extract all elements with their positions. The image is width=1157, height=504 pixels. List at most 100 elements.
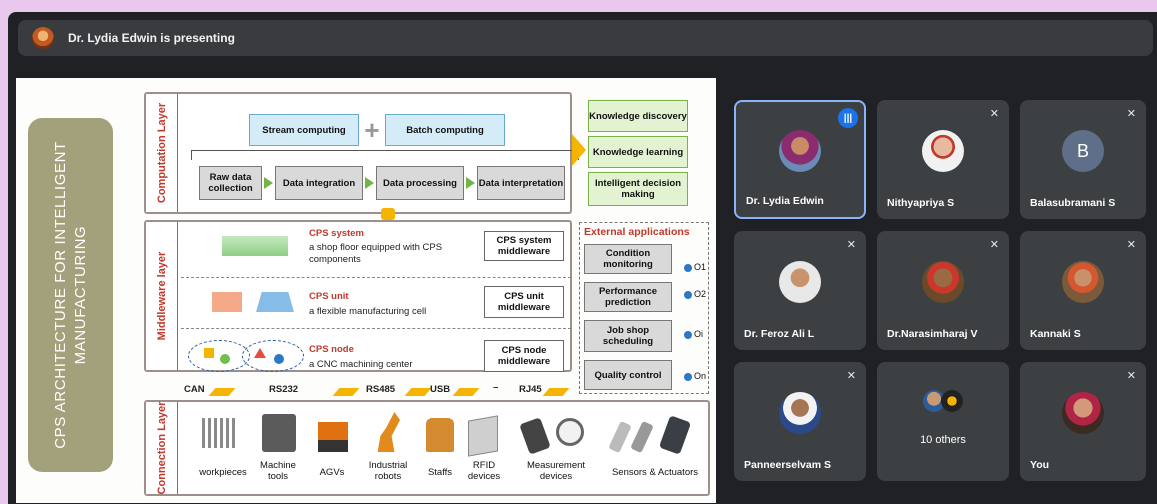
cps-system-title: CPS system: [309, 228, 364, 239]
speaking-indicator-icon: |||: [838, 108, 858, 128]
cps-unit-title: CPS unit: [309, 291, 349, 302]
cps-node-middleware-box: CPS node middleware: [484, 340, 564, 372]
participant-tile[interactable]: ✕ Nithyapriya S: [877, 100, 1009, 219]
plus-sign: +: [364, 114, 380, 145]
staffs-icon: [426, 418, 454, 452]
step-raw-data-collection: Raw data collection: [199, 166, 262, 200]
workpieces-label: workpieces: [199, 467, 247, 478]
participant-tile[interactable]: ✕ Dr. Feroz Ali L: [734, 231, 866, 350]
shop-floor-shape: [222, 236, 288, 256]
rfid-label: RFID devices: [467, 460, 501, 482]
protocol-can: CAN: [184, 384, 205, 395]
measurement-label: Measurement devices: [526, 460, 586, 482]
external-apps-title: External applications: [584, 226, 690, 238]
quality-control-box: Quality control: [584, 360, 672, 390]
mic-off-icon: ✕: [846, 239, 856, 251]
output-label: O1: [694, 262, 707, 272]
bolt-icon: [208, 388, 236, 396]
computation-layer-label: Computation Layer: [146, 94, 178, 212]
self-tile[interactable]: ✕ You: [1020, 362, 1146, 481]
output-dot: [684, 373, 692, 381]
output-label: Oi: [694, 329, 703, 339]
separator-line: [181, 328, 571, 329]
participant-tile[interactable]: ✕ Panneerselvam S: [734, 362, 866, 481]
gauge-icon: [556, 418, 584, 446]
avatar: [922, 130, 964, 172]
agvs-label: AGVs: [319, 467, 345, 478]
mic-off-icon: ✕: [1126, 108, 1136, 120]
flow-arrow: [466, 177, 475, 189]
protocol-rs485: RS485: [366, 384, 396, 395]
output-arrow: [572, 134, 586, 166]
cps-node-title: CPS node: [309, 344, 354, 355]
participant-name: Dr.Narasimharaj V: [887, 328, 978, 340]
output-dot: [684, 331, 692, 339]
protocol-dash: –: [493, 382, 499, 393]
protocol-rj45: RJ45: [519, 384, 542, 395]
output-label: On: [694, 371, 707, 381]
mic-off-icon: ✕: [1126, 239, 1136, 251]
bolt-icon: [542, 388, 570, 396]
avatar: [779, 130, 821, 172]
node-shape: [274, 354, 284, 364]
slide-side-title: CPS ARCHITECTURE FOR INTELLIGENT MANUFAC…: [28, 118, 113, 472]
job-shop-scheduling-box: Job shop scheduling: [584, 320, 672, 352]
mic-off-icon: ✕: [1126, 370, 1136, 382]
cell-shape-b: [256, 292, 294, 312]
participant-tile[interactable]: ✕ Kannaki S: [1020, 231, 1146, 350]
avatar: [922, 261, 964, 303]
bolt-icon: [452, 388, 480, 396]
participant-tile[interactable]: B ✕ Balasubramani S: [1020, 100, 1146, 219]
participant-name: Kannaki S: [1030, 328, 1081, 340]
condition-monitoring-box: Condition monitoring: [584, 244, 672, 274]
participant-tile[interactable]: ||| Dr. Lydia Edwin: [734, 100, 866, 219]
avatar: [1062, 392, 1104, 434]
presenting-banner: Dr. Lydia Edwin is presenting: [18, 20, 1153, 56]
performance-prediction-box: Performance prediction: [584, 282, 672, 312]
meeting-window: Dr. Lydia Edwin is presenting CPS ARCHIT…: [8, 12, 1157, 504]
shared-slide[interactable]: CPS ARCHITECTURE FOR INTELLIGENT MANUFAC…: [16, 78, 716, 503]
decision-making-box: Intelligent decision making: [588, 172, 688, 206]
avatar: [1062, 261, 1104, 303]
layer-connector-icon: [381, 208, 395, 220]
cps-node-desc: a CNC machining center: [309, 359, 413, 370]
sensors-label: Sensors & Actuators: [611, 467, 699, 478]
participant-name: You: [1030, 459, 1050, 471]
step-data-integration: Data integration: [275, 166, 363, 200]
cps-unit-desc: a flexible manufacturing cell: [309, 306, 427, 317]
bracket-line: [191, 150, 579, 160]
protocol-usb: USB: [430, 384, 451, 395]
batch-computing-box: Batch computing: [385, 114, 505, 146]
cps-system-middleware-box: CPS system middleware: [484, 231, 564, 261]
output-dot: [684, 291, 692, 299]
machine-tools-icon: [262, 414, 296, 452]
others-avatar: [941, 390, 963, 412]
node-group-a: [188, 340, 250, 372]
participant-name: Dr. Lydia Edwin: [746, 195, 824, 207]
step-data-processing: Data processing: [376, 166, 464, 200]
output-label: O2: [694, 289, 707, 299]
stream-computing-box: Stream computing: [249, 114, 359, 146]
mic-off-icon: ✕: [989, 239, 999, 251]
output-dot: [684, 264, 692, 272]
flow-arrow: [264, 177, 273, 189]
avatar: [779, 392, 821, 434]
bolt-icon: [404, 388, 432, 396]
participant-name: Panneerselvam S: [744, 459, 831, 471]
separator-line: [181, 277, 571, 278]
presenting-label: Dr. Lydia Edwin is presenting: [68, 31, 235, 45]
bolt-icon: [332, 388, 360, 396]
mic-off-icon: ✕: [989, 108, 999, 120]
knowledge-learning-box: Knowledge learning: [588, 136, 688, 168]
workpieces-icon: [202, 418, 238, 448]
step-data-interpretation: Data interpretation: [477, 166, 565, 200]
node-group-b: [242, 340, 304, 372]
node-shape: [204, 348, 214, 358]
others-tile[interactable]: 10 others: [877, 362, 1009, 481]
avatar: [779, 261, 821, 303]
presenter-avatar: [32, 27, 54, 49]
node-shape: [254, 348, 266, 358]
participant-tile[interactable]: ✕ Dr.Narasimharaj V: [877, 231, 1009, 350]
cell-shape-a: [212, 292, 242, 312]
knowledge-discovery-box: Knowledge discovery: [588, 100, 688, 132]
